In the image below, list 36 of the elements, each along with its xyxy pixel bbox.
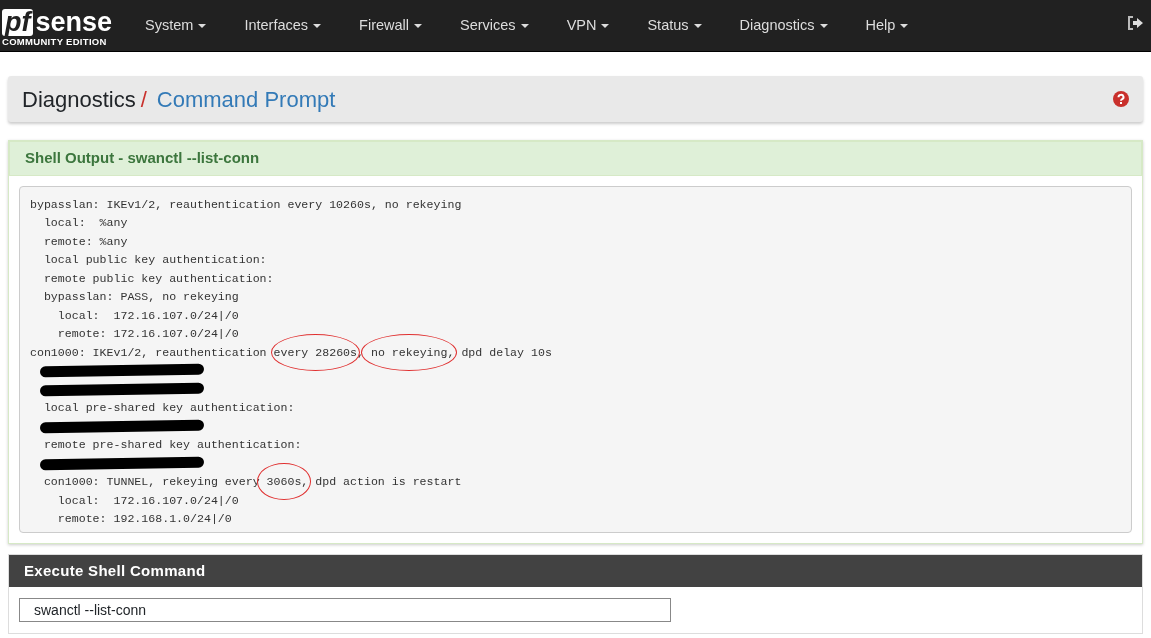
breadcrumb-parent: Diagnostics	[22, 85, 136, 114]
breadcrumb-link[interactable]: Command Prompt	[156, 86, 336, 112]
logo[interactable]: pf sense COMMUNITY EDITION	[2, 9, 113, 48]
help-icon[interactable]	[1113, 91, 1129, 107]
output-text: dpd delay 10s	[460, 345, 552, 359]
command-field[interactable]: swanctl --list-conn	[19, 598, 671, 622]
nav-menu[interactable]: Interfaces	[225, 14, 341, 37]
output-text: remote: 192.168.1.0/24|/0	[56, 512, 232, 525]
panel-heading: Shell Output - swanctl --list-conn	[9, 141, 1142, 176]
nav-menu[interactable]: VPN	[547, 14, 629, 37]
output-text: remote: 172.16.107.0/24|/0	[56, 327, 239, 340]
output-text: remote: %any	[42, 234, 128, 248]
nav-menu[interactable]: System	[126, 14, 226, 37]
output-text: remote pre-shared key authentication:	[42, 438, 302, 451]
panel-heading: Execute Shell Command	[9, 554, 1142, 587]
nav-menu[interactable]: Firewall	[340, 14, 441, 37]
output-text: bypasslan: PASS, no rekeying	[42, 290, 239, 303]
output-text: 3060s,	[265, 475, 309, 488]
nav-menu[interactable]: Diagnostics	[720, 14, 847, 37]
output-text: local pre-shared key authentication:	[42, 401, 295, 414]
output-text: no rekeying,	[369, 345, 455, 359]
output-text: every 28260s	[273, 345, 357, 359]
output-text: dpd action is restart	[314, 475, 462, 488]
nav-menu[interactable]: Help	[846, 14, 928, 37]
output-text: local public key authentication:	[42, 253, 267, 266]
nav-menu[interactable]: Status	[628, 14, 721, 37]
breadcrumb-separator: /	[140, 85, 147, 114]
output-text: remote public key authentication:	[42, 271, 274, 285]
nav-menu[interactable]: Services	[441, 14, 548, 37]
output-text: con1000: IKEv1/2, reauthentication	[30, 345, 268, 359]
output-text: local: 172.16.107.0/24|/0	[56, 493, 239, 507]
output-text: local: 172.16.107.0/24|/0	[56, 308, 239, 322]
output-text: ,	[357, 345, 364, 359]
output-text: local: %any	[42, 216, 128, 229]
output-text: bypasslan: IKEv1/2, reauthentication every 10260s, no rekeying	[30, 197, 462, 211]
logout-icon[interactable]	[1127, 15, 1143, 30]
